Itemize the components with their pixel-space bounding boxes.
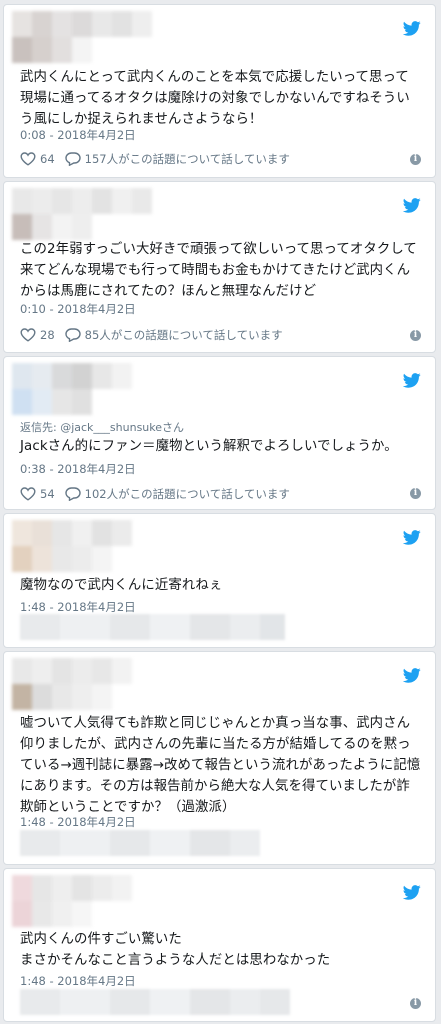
tweet-timestamp[interactable]: 0:08 - 2018年4月2日 — [20, 127, 136, 143]
tweet-text: この2年弱すっごい大好きで頑張って欲しいって思ってオタクして来てどんな現場でも行… — [20, 242, 417, 299]
tweet-card[interactable]: この2年弱すっごい大好きで頑張って欲しいって思ってオタクして来てどんな現場でも行… — [3, 181, 436, 353]
avatar[interactable] — [12, 520, 152, 572]
like-button[interactable]: 28 — [20, 328, 55, 342]
speech-bubble-icon — [65, 487, 81, 501]
heart-icon — [20, 152, 36, 166]
heart-icon — [20, 328, 36, 342]
reply-to-line: 返信先: @jack___shunsukeさん — [20, 419, 184, 435]
tweet-text: Jackさん的にファン＝魔物という解釈でよろしいでしょうか。 — [20, 439, 398, 454]
reply-to-handle[interactable]: @jack___shunsukeさん — [60, 421, 184, 434]
tweet-timestamp[interactable]: 0:38 - 2018年4月2日 — [20, 461, 136, 477]
tweet-actions: 54 102人がこの話題について話しています — [20, 485, 421, 503]
avatar[interactable] — [12, 363, 152, 415]
like-count: 64 — [40, 152, 55, 166]
heart-icon — [20, 487, 36, 501]
info-icon[interactable]: i — [410, 488, 421, 499]
twitter-bird-icon[interactable] — [403, 530, 421, 545]
tweet-text: 武内くんの件すごい驚いた まさかそんなこと言うような人だとは思わなかった — [20, 932, 331, 968]
info-icon[interactable]: i — [410, 154, 421, 165]
info-icon[interactable]: i — [410, 330, 421, 341]
conversation-link[interactable]: 157人がこの話題について話しています — [65, 151, 290, 167]
like-count: 54 — [40, 487, 55, 501]
avatar[interactable] — [12, 875, 152, 927]
reply-to-label: 返信先: — [20, 421, 61, 434]
hidden-actions-row — [20, 614, 285, 640]
tweet-text: 魔物なので武内くんに近寄れねぇ — [20, 578, 223, 593]
hidden-actions-row — [20, 989, 290, 1015]
conversation-count: 85人がこの話題について話しています — [84, 328, 283, 342]
conversation-count: 102人がこの話題について話しています — [84, 487, 290, 501]
tweet-text: 武内くんにとって武内くんのことを本気で応援したいって思って現場に通ってるオタクは… — [20, 70, 410, 127]
tweet-card[interactable]: 返信先: @jack___shunsukeさん Jackさん的にファン＝魔物とい… — [3, 356, 436, 510]
tweet-card[interactable]: 魔物なので武内くんに近寄れねぇ 1:48 - 2018年4月2日 — [3, 513, 436, 648]
speech-bubble-icon — [65, 152, 81, 166]
tweet-card[interactable]: 武内くんにとって武内くんのことを本気で応援したいって思って現場に通ってるオタクは… — [3, 4, 436, 178]
avatar[interactable] — [12, 188, 152, 240]
tweet-actions: 64 157人がこの話題について話しています — [20, 150, 421, 168]
like-button[interactable]: 64 — [20, 152, 55, 166]
tweet-actions: 28 85人がこの話題について話しています — [20, 326, 421, 344]
tweet-card[interactable]: 嘘ついて人気得ても詐欺と同じじゃんとか真っ当な事、武内さん仰りましたが、武内さん… — [3, 651, 436, 865]
hidden-actions-row — [20, 830, 260, 856]
tweet-card[interactable]: 武内くんの件すごい驚いた まさかそんなこと言うような人だとは思わなかった 1:4… — [3, 868, 436, 1022]
like-button[interactable]: 54 — [20, 487, 55, 501]
twitter-bird-icon[interactable] — [403, 21, 421, 36]
tweet-text: 嘘ついて人気得ても詐欺と同じじゃんとか真っ当な事、武内さん仰りましたが、武内さん… — [20, 716, 421, 815]
conversation-count: 157人がこの話題について話しています — [84, 152, 290, 166]
info-icon[interactable]: i — [410, 998, 421, 1009]
like-count: 28 — [40, 328, 55, 342]
twitter-bird-icon[interactable] — [403, 373, 421, 388]
conversation-link[interactable]: 85人がこの話題について話しています — [65, 327, 283, 343]
avatar[interactable] — [12, 658, 152, 710]
twitter-bird-icon[interactable] — [403, 668, 421, 683]
tweet-feed: 武内くんにとって武内くんのことを本気で応援したいって思って現場に通ってるオタクは… — [0, 0, 441, 1024]
speech-bubble-icon — [65, 328, 81, 342]
conversation-link[interactable]: 102人がこの話題について話しています — [65, 486, 290, 502]
tweet-timestamp[interactable]: 1:48 - 2018年4月2日 — [20, 814, 136, 830]
avatar[interactable] — [12, 11, 152, 63]
tweet-timestamp[interactable]: 1:48 - 2018年4月2日 — [20, 599, 136, 615]
tweet-timestamp[interactable]: 0:10 - 2018年4月2日 — [20, 301, 136, 317]
twitter-bird-icon[interactable] — [403, 885, 421, 900]
twitter-bird-icon[interactable] — [403, 198, 421, 213]
tweet-timestamp[interactable]: 1:48 - 2018年4月2日 — [20, 973, 136, 989]
